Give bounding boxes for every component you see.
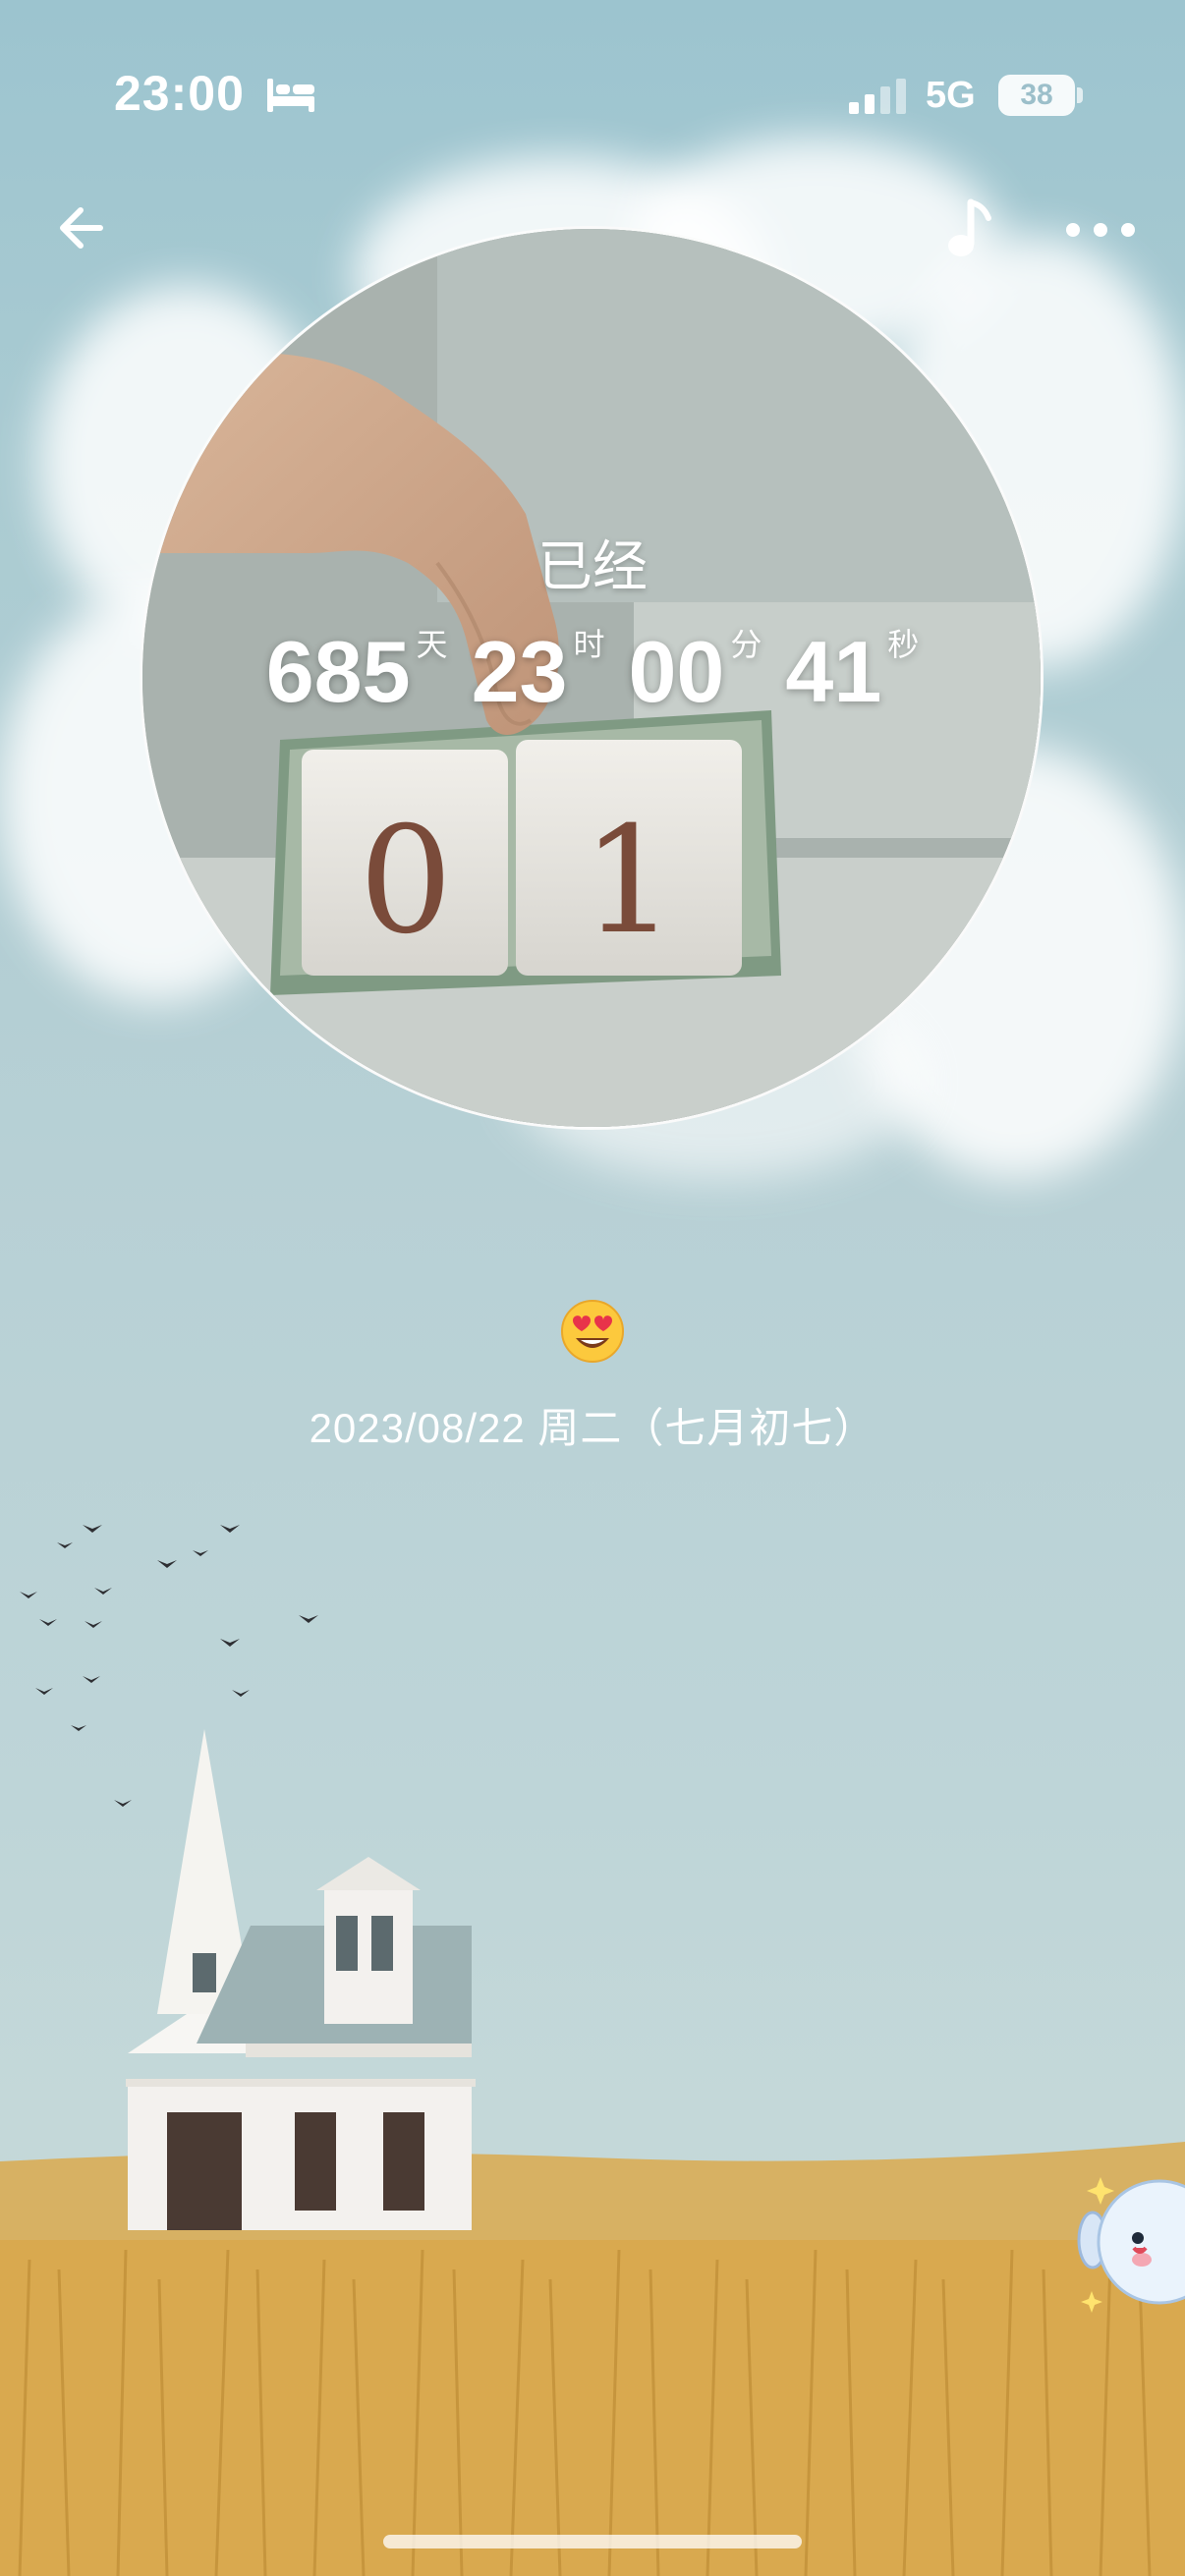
seconds-unit: 秒 xyxy=(887,627,920,662)
signal-icon xyxy=(849,79,906,114)
status-time: 23:00 xyxy=(114,66,245,121)
battery-icon: 38 xyxy=(998,75,1075,116)
screen: 23:00 5G 38 0 1 已经 685 天 23 时 00 分 41 秒 … xyxy=(0,0,1185,2576)
back-arrow-icon[interactable] xyxy=(51,196,114,259)
bunny-sticker-icon[interactable] xyxy=(1071,2152,1185,2348)
minutes-value: 00 xyxy=(628,623,725,720)
home-indicator[interactable] xyxy=(383,2535,802,2548)
days-value: 685 xyxy=(265,623,411,720)
more-dots-icon[interactable] xyxy=(1063,208,1138,252)
date-text: 2023/08/22 周二（七月初七） xyxy=(309,1405,876,1451)
heart-eyes-emoji-icon[interactable] xyxy=(560,1299,625,1364)
battery-nub xyxy=(1077,87,1083,103)
elapsed-label: 已经 xyxy=(537,535,648,597)
seconds-value: 41 xyxy=(785,623,882,720)
bed-icon xyxy=(267,79,314,112)
hours-value: 23 xyxy=(471,623,568,720)
digit-left: 0 xyxy=(359,796,452,967)
house xyxy=(126,1729,476,2230)
days-unit: 天 xyxy=(416,627,448,662)
minutes-unit: 分 xyxy=(730,627,762,662)
network-label: 5G xyxy=(926,75,976,116)
elapsed-duration: 685 天 23 时 00 分 41 秒 xyxy=(0,629,1185,715)
hours-unit: 时 xyxy=(573,627,605,662)
birds xyxy=(20,1525,318,1807)
landscape-illustration xyxy=(0,1525,1185,2576)
battery-level: 38 xyxy=(1020,79,1053,111)
digit-right: 1 xyxy=(582,796,675,967)
status-bar: 23:00 5G 38 xyxy=(0,0,1185,187)
